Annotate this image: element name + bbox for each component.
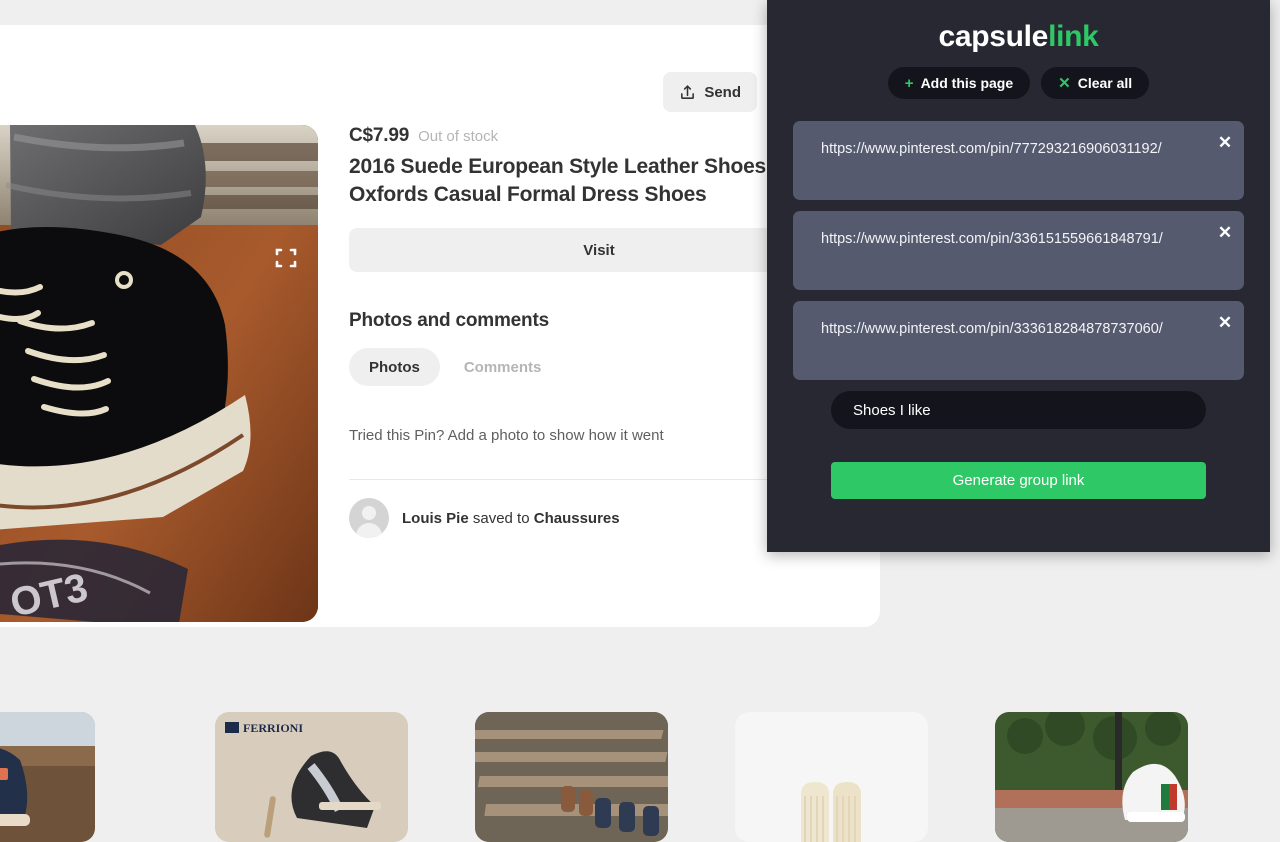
brand-second: link — [1048, 20, 1098, 53]
stock-status: Out of stock — [418, 128, 498, 145]
capsulelink-panel: capsulelink + Add this page ✕ Clear all … — [767, 0, 1270, 552]
related-pins-grid: FERRIONI — [0, 712, 1280, 800]
related-pin-1[interactable] — [0, 712, 95, 842]
ferrioni-black-loafer-flatlay: FERRIONI — [215, 712, 408, 842]
share-upload-icon — [679, 84, 696, 101]
related-pin-4[interactable] — [735, 712, 928, 842]
url-text: https://www.pinterest.com/pin/7772932169… — [793, 121, 1206, 157]
add-this-page-label: Add this page — [921, 75, 1014, 91]
x-icon: ✕ — [1058, 76, 1071, 91]
saver-board[interactable]: Chaussures — [534, 510, 620, 527]
saved-url-list: https://www.pinterest.com/pin/7772932169… — [767, 121, 1270, 380]
url-text: https://www.pinterest.com/pin/3336182848… — [793, 301, 1207, 337]
tab-photos[interactable]: Photos — [349, 348, 440, 386]
panel-header-actions: + Add this page ✕ Clear all — [767, 67, 1270, 99]
capsulelink-logo: capsulelink — [767, 20, 1270, 54]
related-pin-2[interactable]: FERRIONI — [215, 712, 408, 842]
remove-url-button[interactable]: ✕ — [1214, 221, 1236, 243]
url-list-item[interactable]: https://www.pinterest.com/pin/3361515596… — [793, 211, 1244, 290]
url-list-item[interactable]: https://www.pinterest.com/pin/3336182848… — [793, 301, 1244, 380]
product-price: C$7.99 — [349, 125, 409, 147]
clear-all-button[interactable]: ✕ Clear all — [1041, 67, 1149, 99]
url-list-item[interactable]: https://www.pinterest.com/pin/7772932169… — [793, 121, 1244, 200]
suede-boot-photo: OT3 — [0, 125, 318, 622]
svg-text:FERRIONI: FERRIONI — [243, 721, 303, 735]
remove-url-button[interactable]: ✕ — [1214, 131, 1236, 153]
pin-detail-card: Send — [0, 25, 880, 627]
tab-comments[interactable]: Comments — [444, 348, 562, 386]
pin-hero-image[interactable]: OT3 — [0, 125, 318, 622]
white-sneaker-on-ledge — [995, 712, 1188, 842]
url-text: https://www.pinterest.com/pin/3361515596… — [793, 211, 1207, 247]
related-pin-5[interactable] — [995, 712, 1188, 842]
clear-all-label: Clear all — [1078, 75, 1132, 91]
expand-fullscreen-icon[interactable] — [275, 247, 297, 269]
saver-text: Louis Pie saved to Chaussures — [402, 510, 620, 527]
navy-boat-shoe-on-bench — [0, 712, 95, 842]
generate-group-link-button[interactable]: Generate group link — [831, 462, 1206, 499]
tried-prompt: Tried this Pin? Add a photo to show how … — [349, 427, 664, 444]
plus-icon: + — [905, 76, 914, 91]
add-this-page-button[interactable]: + Add this page — [888, 67, 1030, 99]
pin-toolbar: Send — [0, 25, 880, 95]
cream-knit-socks-on-white — [735, 712, 928, 842]
send-button-label: Send — [704, 84, 741, 101]
send-button[interactable]: Send — [663, 72, 757, 112]
related-pin-3[interactable] — [475, 712, 668, 842]
avatar[interactable] — [349, 498, 389, 538]
remove-url-button[interactable]: ✕ — [1214, 311, 1236, 333]
row-of-shoes-on-railway-track — [475, 712, 668, 842]
group-name-input[interactable] — [831, 391, 1206, 429]
saver-action: saved to — [469, 510, 534, 527]
saver-username[interactable]: Louis Pie — [402, 510, 469, 527]
brand-first: capsule — [938, 20, 1048, 53]
